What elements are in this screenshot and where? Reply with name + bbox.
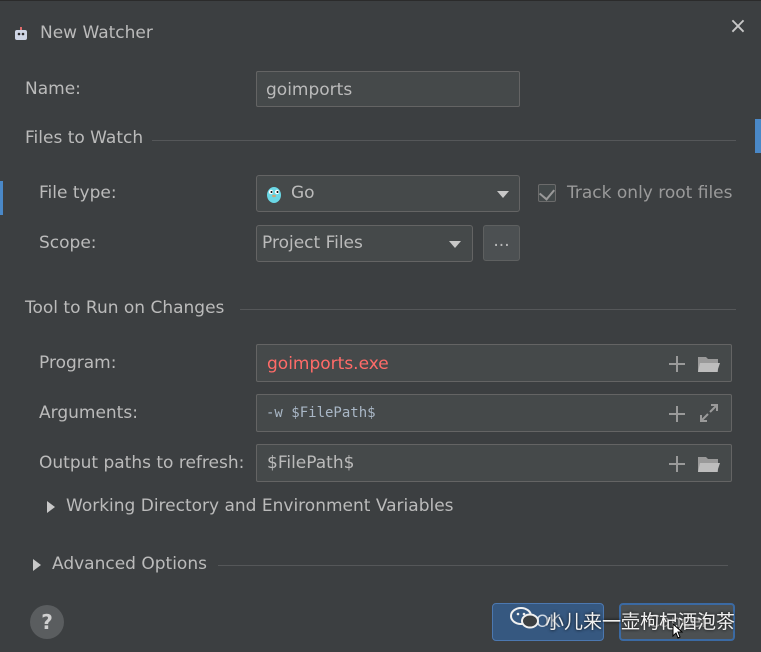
mouse-cursor-icon (672, 623, 684, 639)
new-watcher-dialog: New Watcher × Name: goimports Files to W… (0, 0, 761, 652)
name-label: Name: (25, 79, 81, 99)
file-type-dropdown[interactable]: Go (256, 175, 520, 212)
background-selection-marker (0, 181, 3, 215)
track-root-checkbox[interactable] (538, 184, 556, 202)
file-type-value: Go (291, 183, 315, 203)
scope-dropdown[interactable]: Project Files (256, 225, 473, 262)
tool-heading: Tool to Run on Changes (25, 298, 225, 318)
background-scroll-marker (755, 119, 761, 153)
tool-separator (240, 309, 736, 310)
expand-triangle-icon (33, 559, 41, 571)
program-value: goimports.exe (267, 354, 389, 374)
program-label: Program: (39, 353, 117, 373)
dialog-title: New Watcher (40, 23, 153, 43)
track-root-label: Track only root files (567, 183, 733, 203)
insert-macro-icon[interactable] (669, 356, 685, 372)
output-paths-input[interactable]: $FilePath$ (256, 444, 732, 482)
scope-value: Project Files (262, 233, 363, 253)
scope-label: Scope: (39, 233, 97, 253)
wechat-icon (510, 607, 539, 629)
help-button[interactable]: ? (30, 605, 64, 639)
close-button[interactable]: × (726, 15, 750, 39)
app-icon (15, 27, 27, 40)
name-input[interactable]: goimports (256, 71, 520, 107)
output-paths-value: $FilePath$ (267, 453, 355, 473)
folder-icon[interactable] (697, 354, 721, 374)
help-icon: ? (41, 610, 53, 634)
expand-triangle-icon (47, 501, 55, 513)
close-icon: × (728, 14, 748, 39)
watermark-text: 小儿来一壶枸杞酒泡茶 (545, 611, 736, 633)
ellipsis-label: ... (493, 231, 510, 251)
advanced-options-toggle[interactable]: Advanced Options (26, 553, 226, 579)
arguments-input[interactable]: -w $FilePath$ (256, 394, 732, 432)
chevron-down-icon (449, 241, 461, 248)
program-input[interactable]: goimports.exe (256, 344, 732, 382)
insert-macro-icon[interactable] (669, 456, 685, 472)
working-directory-toggle[interactable]: Working Directory and Environment Variab… (40, 495, 470, 521)
expand-icon[interactable] (699, 403, 719, 423)
folder-icon[interactable] (697, 454, 721, 474)
arguments-label: Arguments: (39, 403, 138, 423)
file-type-label: File type: (39, 183, 117, 203)
files-to-watch-heading: Files to Watch (25, 128, 144, 148)
insert-macro-icon[interactable] (669, 406, 685, 422)
checkmark-icon (538, 184, 556, 201)
chevron-down-icon (497, 191, 509, 198)
files-to-watch-separator (152, 140, 736, 141)
advanced-separator (218, 565, 728, 566)
scope-browse-button[interactable]: ... (483, 225, 520, 261)
working-directory-label: Working Directory and Environment Variab… (66, 496, 454, 516)
arguments-value: -w $FilePath$ (266, 405, 376, 421)
advanced-options-label: Advanced Options (52, 554, 207, 574)
gopher-icon (267, 187, 281, 203)
output-paths-label: Output paths to refresh: (39, 453, 245, 473)
